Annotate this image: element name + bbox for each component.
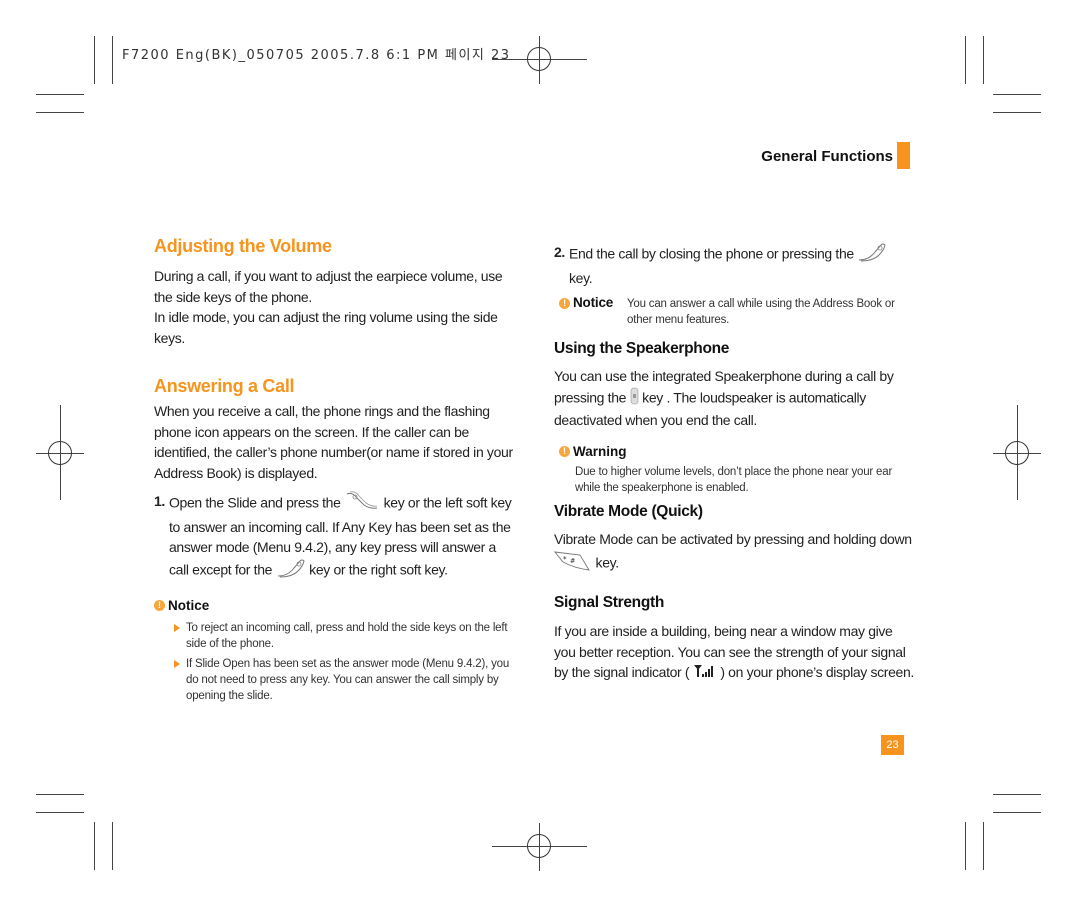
star-key-icon: * #: [553, 550, 592, 578]
registration-circle: [527, 47, 551, 71]
crop-mark: [993, 112, 1041, 113]
notice-text: You can answer a call while using the Ad…: [627, 298, 895, 326]
warning-box: ! Warning Due to higher volume levels, do…: [559, 443, 914, 496]
adjust-volume-title: Adjusting the Volume: [154, 236, 332, 256]
speakerphone-section: Using the Speakerphone You can use the i…: [554, 340, 914, 496]
adjust-volume-section: Adjusting the Volume During a call, if y…: [154, 236, 514, 348]
step-2: 2. End the call by closing the phone or …: [554, 242, 914, 288]
notice-title: Notice: [573, 295, 614, 310]
warning-icon: !: [559, 445, 570, 457]
notice-inline: ! Notice You can answer a call while usin…: [559, 295, 914, 328]
bullet-triangle-icon: [174, 660, 180, 668]
step-1: 1. Open the Slide and press the key or t…: [154, 491, 514, 583]
bullet-triangle-icon: [174, 624, 180, 632]
step-text: End the call by closing the phone or pre…: [569, 245, 854, 262]
notice-bullets: To reject an incoming call, press and ho…: [174, 620, 514, 704]
crop-mark: [965, 822, 966, 870]
send-key-icon: [344, 491, 380, 517]
crop-mark: [112, 36, 113, 84]
warning-title: Warning: [573, 443, 627, 459]
signal-section: Signal Strength If you are inside a buil…: [554, 594, 914, 684]
registration-circle: [1005, 441, 1029, 465]
step-text: Open the Slide and press the: [169, 494, 341, 511]
vibrate-section: Vibrate Mode (Quick) Vibrate Mode can be…: [553, 503, 914, 578]
print-slug-line: F7200 Eng(BK)_050705 2005.7.8 6:1 PM 페이지…: [122, 48, 511, 63]
crop-mark: [993, 94, 1041, 95]
warning-text: Due to higher volume levels, don’t place…: [575, 465, 893, 494]
svg-text:*: *: [563, 555, 567, 564]
answering-call-section: Answering a Call When you receive a call…: [154, 376, 514, 704]
notice-box: ! Notice To reject an incoming call, pres…: [154, 597, 514, 704]
signal-text: ) on your phone’s display screen.: [720, 664, 914, 680]
registration-circle: [48, 441, 72, 465]
notice-bullet-text: To reject an incoming call, press and ho…: [186, 622, 508, 650]
section-header: General Functions: [761, 148, 893, 165]
speakerphone-title: Using the Speakerphone: [554, 340, 730, 357]
step-text: key.: [569, 269, 593, 286]
answering-call-title: Answering a Call: [154, 376, 295, 396]
vibrate-text: Vibrate Mode can be activated by pressin…: [554, 531, 912, 547]
notice-icon: !: [154, 600, 165, 612]
signal-strength-icon: [693, 663, 717, 684]
crop-mark: [993, 794, 1041, 795]
registration-circle: [527, 834, 551, 858]
vibrate-text: key.: [595, 553, 620, 570]
crop-mark: [965, 36, 966, 84]
crop-mark: [112, 822, 113, 870]
step-number: 2.: [554, 244, 565, 260]
notice-title: Notice: [168, 598, 210, 613]
notice-bullet-text: If Slide Open has been set as the answer…: [186, 658, 510, 702]
speakerphone-para: You can use the integrated Speakerphone …: [554, 366, 914, 431]
crop-mark: [36, 112, 84, 113]
crop-mark: [94, 822, 95, 870]
section-tab-marker: [897, 142, 910, 169]
page-number: 23: [881, 735, 904, 755]
adjust-volume-para1: During a call, if you want to adjust the…: [154, 268, 503, 305]
signal-para: If you are inside a building, being near…: [554, 621, 914, 684]
crop-mark: [94, 36, 95, 84]
signal-title: Signal Strength: [554, 594, 665, 611]
crop-mark: [36, 794, 84, 795]
end-call-section: 2. End the call by closing the phone or …: [554, 242, 914, 328]
step-number: 1.: [154, 493, 165, 509]
side-key-icon: [630, 387, 639, 411]
adjust-volume-para2: In idle mode, you can adjust the ring vo…: [154, 309, 498, 346]
vibrate-para: Vibrate Mode can be activated by pressin…: [553, 529, 914, 578]
svg-text:#: #: [570, 557, 575, 565]
notice-icon: !: [559, 298, 570, 310]
vibrate-title: Vibrate Mode (Quick): [554, 503, 703, 520]
end-key-icon: [276, 558, 306, 584]
end-key-icon: [857, 242, 887, 268]
crop-mark: [993, 812, 1041, 813]
step-text: key or the right soft key.: [309, 560, 448, 577]
crop-mark: [36, 94, 84, 95]
crop-mark: [36, 812, 84, 813]
notice-bullet: To reject an incoming call, press and ho…: [174, 620, 514, 652]
answering-call-para: When you receive a call, the phone rings…: [154, 403, 513, 481]
notice-bullet: If Slide Open has been set as the answer…: [174, 656, 514, 704]
crop-mark: [983, 822, 984, 870]
crop-mark: [983, 36, 984, 84]
